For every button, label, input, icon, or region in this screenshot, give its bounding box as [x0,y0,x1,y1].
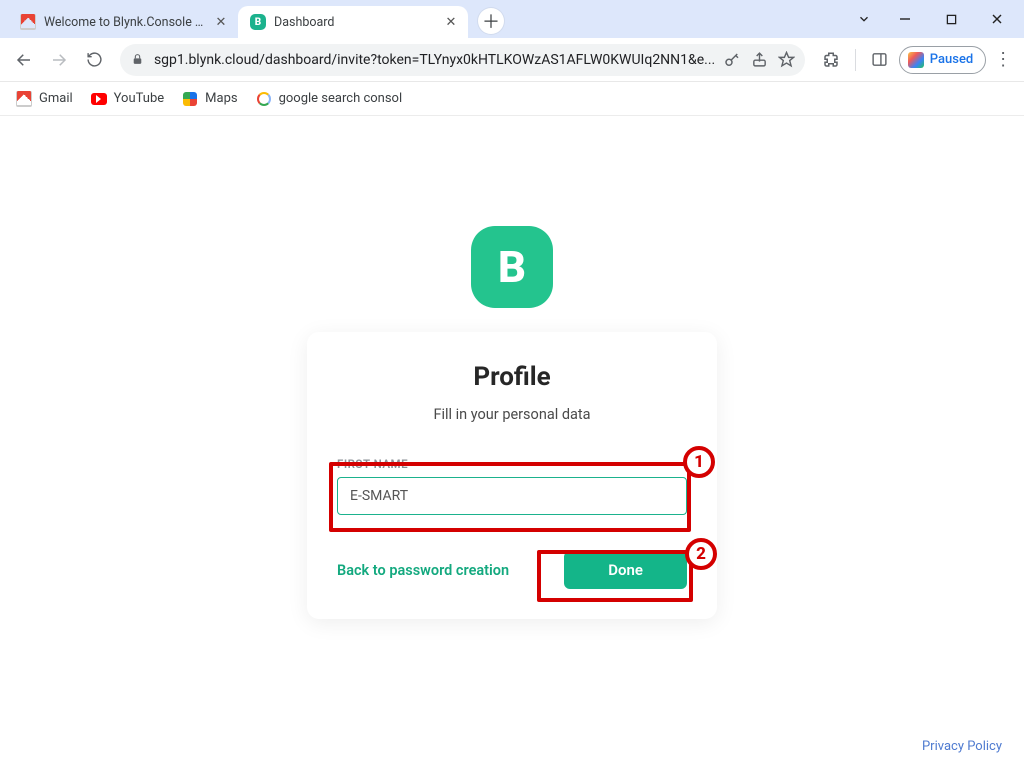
close-tab-icon[interactable]: ✕ [444,15,458,29]
card-actions: Back to password creation Done [337,551,687,589]
tab-search-icon[interactable] [846,4,882,34]
privacy-policy-link[interactable]: Privacy Policy [922,739,1002,754]
tab-gmail[interactable]: Welcome to Blynk.Console - ho ✕ [8,6,238,38]
bookmark-search-console[interactable]: google search consol [256,91,403,107]
forward-button[interactable] [43,43,74,77]
chrome-menu-icon[interactable]: ⋮ [990,49,1016,70]
youtube-icon [91,91,107,107]
profile-avatar-icon [908,52,924,68]
window-controls [846,0,1020,38]
browser-toolbar: sgp1.blynk.cloud/dashboard/invite?token=… [0,38,1024,82]
bookmark-maps[interactable]: Maps [182,91,237,107]
profile-card-wrap: Profile Fill in your personal data FIRST… [307,332,717,619]
card-subtitle: Fill in your personal data [337,406,687,423]
browser-titlebar: Welcome to Blynk.Console - ho ✕ B Dashbo… [0,0,1024,38]
gmail-favicon-icon [20,14,36,30]
sidepanel-icon[interactable] [863,43,894,77]
profile-card: Profile Fill in your personal data FIRST… [307,332,717,619]
bookmark-star-icon[interactable] [778,51,795,68]
extensions-icon[interactable] [815,43,846,77]
bookmark-gmail[interactable]: Gmail [16,91,73,107]
maximize-button[interactable] [928,4,974,34]
maps-icon [182,91,198,107]
lock-icon [130,52,146,68]
tab-strip: Welcome to Blynk.Console - ho ✕ B Dashbo… [0,6,468,38]
tab-dashboard[interactable]: B Dashboard ✕ [238,6,468,38]
reload-button[interactable] [79,43,110,77]
new-tab-button[interactable]: ＋ [478,8,504,34]
password-key-icon[interactable] [723,51,741,69]
first-name-input[interactable] [337,477,687,515]
close-window-button[interactable] [974,4,1020,34]
bookmark-label: YouTube [114,91,165,106]
bookmark-label: Gmail [39,91,73,106]
blynk-favicon-icon: B [250,14,266,30]
done-button[interactable]: Done [564,551,687,589]
bookmark-youtube[interactable]: YouTube [91,91,165,107]
paused-label: Paused [930,52,973,67]
gmail-icon [16,91,32,107]
back-to-password-link[interactable]: Back to password creation [337,562,509,579]
url-text: sgp1.blynk.cloud/dashboard/invite?token=… [154,52,715,68]
back-button[interactable] [8,43,39,77]
blynk-logo-icon: B [471,226,553,308]
first-name-label: FIRST NAME [337,457,687,471]
page-content: B Profile Fill in your personal data FIR… [0,116,1024,766]
close-tab-icon[interactable]: ✕ [214,15,228,29]
bookmark-label: Maps [205,91,237,106]
card-heading: Profile [337,362,687,392]
tab-title: Dashboard [274,15,436,30]
google-icon [256,91,272,107]
tab-title: Welcome to Blynk.Console - ho [44,15,206,30]
toolbar-divider [855,49,856,71]
share-icon[interactable] [751,51,768,68]
address-bar[interactable]: sgp1.blynk.cloud/dashboard/invite?token=… [120,44,805,76]
bookmarks-bar: Gmail YouTube Maps google search consol [0,82,1024,116]
bookmark-label: google search consol [279,91,403,106]
profile-paused-chip[interactable]: Paused [899,46,986,74]
minimize-button[interactable] [882,4,928,34]
